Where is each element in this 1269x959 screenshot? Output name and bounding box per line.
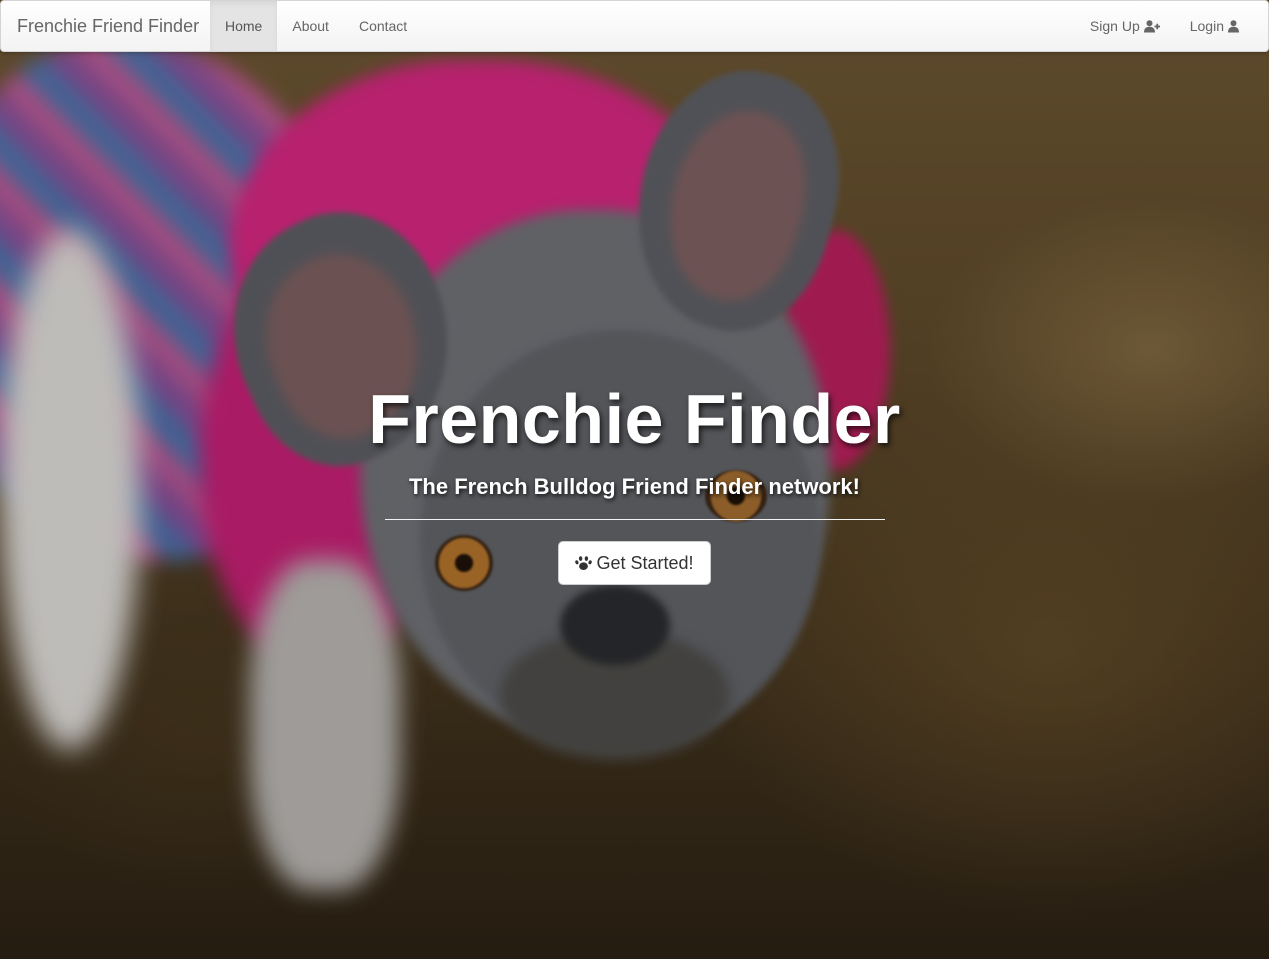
nav-item-label: Home — [225, 18, 263, 34]
nav-item-login[interactable]: Login — [1175, 1, 1254, 51]
user-plus-icon — [1143, 1, 1160, 51]
get-started-button[interactable]: Get Started! — [558, 541, 711, 585]
nav-item-sign-up[interactable]: Sign Up — [1075, 1, 1175, 51]
nav-item-about[interactable]: About — [277, 1, 344, 51]
nav-item-contact[interactable]: Contact — [344, 1, 422, 51]
hero-subtitle: The French Bulldog Friend Finder network… — [408, 474, 860, 499]
nav-item-label: Sign Up — [1089, 18, 1140, 34]
brand-link[interactable]: Frenchie Friend Finder — [17, 1, 199, 51]
nav-right: Sign Up Login — [1075, 1, 1254, 51]
hero-divider — [384, 519, 885, 520]
nav-left: Home About Contact — [210, 1, 422, 51]
nav-item-label: Contact — [358, 18, 408, 34]
hero-title: Frenchie Finder — [368, 380, 901, 458]
nav-item-label: About — [292, 18, 329, 34]
user-icon — [1228, 1, 1239, 51]
paw-icon — [575, 555, 593, 571]
hero-content: Frenchie Finder The French Bulldog Frien… — [0, 378, 1269, 585]
nav-item-home[interactable]: Home — [210, 1, 278, 51]
nav-item-label: Login — [1189, 18, 1224, 34]
get-started-label: Get Started! — [596, 552, 694, 573]
navbar: Frenchie Friend Finder Home About Contac… — [0, 0, 1269, 52]
landing-page: Frenchie Friend Finder Home About Contac… — [0, 0, 1269, 959]
